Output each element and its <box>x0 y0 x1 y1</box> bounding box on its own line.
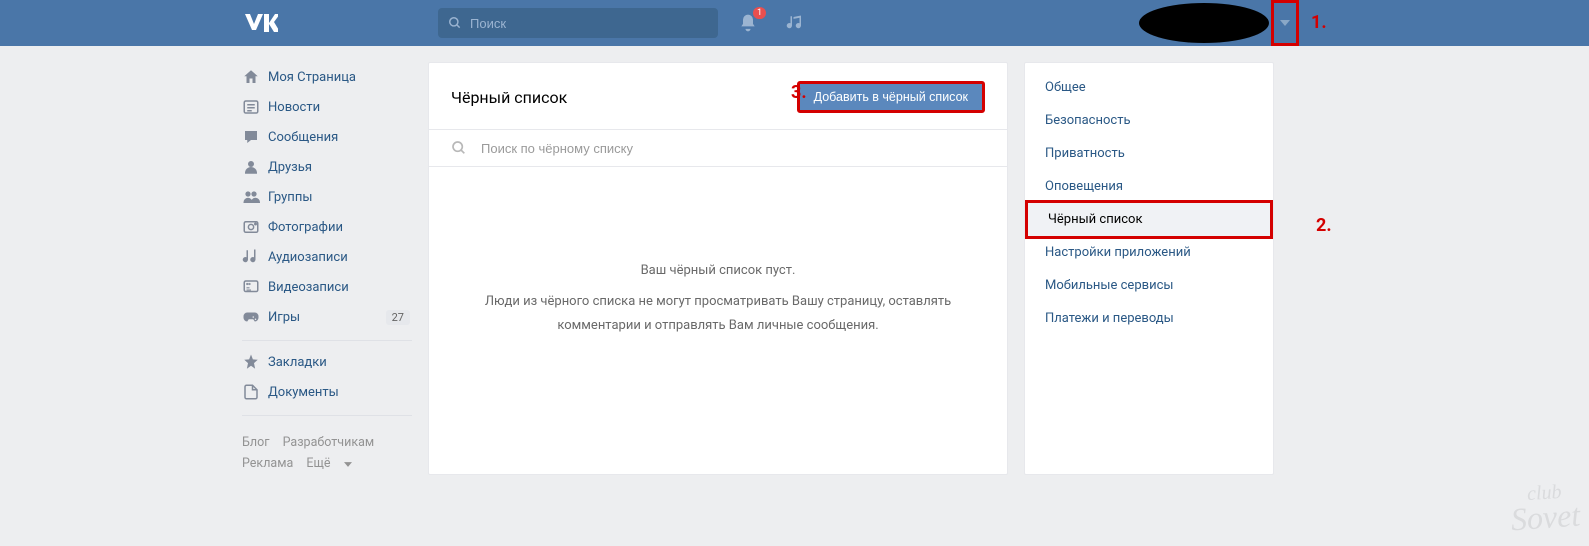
profile-avatar[interactable] <box>1139 3 1269 43</box>
settings-item[interactable]: Приватность <box>1025 137 1273 170</box>
nav-label: Документы <box>268 385 339 400</box>
nav-label: Видеозаписи <box>268 280 349 295</box>
search-icon <box>451 140 467 156</box>
nav-icon <box>242 98 268 116</box>
main-header: Чёрный список Добавить в чёрный список <box>429 63 1007 129</box>
header-search[interactable] <box>438 8 718 38</box>
nav-icon <box>242 353 268 371</box>
notification-badge: 1 <box>753 7 766 19</box>
footer-links: Блог Разработчикам Реклама Ещё <box>242 432 412 475</box>
vk-logo[interactable] <box>242 12 278 34</box>
settings-item[interactable]: Платежи и переводы <box>1025 302 1273 335</box>
nav-label: Закладки <box>268 355 327 370</box>
settings-menu: ОбщееБезопасностьПриватностьОповещенияЧё… <box>1024 62 1274 475</box>
nav-count: 27 <box>386 310 410 325</box>
profile-dropdown-button[interactable] <box>1271 0 1299 46</box>
header-icons: 1 <box>738 13 804 33</box>
main-panel: Чёрный список Добавить в чёрный список В… <box>428 62 1008 475</box>
nav-label: Сообщения <box>268 130 338 145</box>
settings-item[interactable]: Мобильные сервисы <box>1025 269 1273 302</box>
sidebar-item[interactable]: Аудиозаписи <box>242 242 412 272</box>
nav-icon <box>242 308 268 326</box>
settings-item[interactable]: Безопасность <box>1025 104 1273 137</box>
empty-description: Люди из чёрного списка не могут просматр… <box>469 290 967 337</box>
nav-icon <box>242 383 268 401</box>
sidebar-item[interactable]: Новости <box>242 92 412 122</box>
main-container: Моя Страница Новости Сообщения Друзья Группы… <box>0 46 1589 475</box>
sidebar-item[interactable]: Закладки <box>242 347 412 377</box>
annotation-2: 2. <box>1316 215 1332 236</box>
nav-separator <box>242 415 412 416</box>
nav-icon <box>242 188 268 206</box>
nav-icon <box>242 278 268 296</box>
blacklist-search-input[interactable] <box>481 141 985 156</box>
left-sidebar: Моя Страница Новости Сообщения Друзья Группы… <box>242 62 412 475</box>
nav-separator <box>242 340 412 341</box>
sidebar-item[interactable]: Друзья <box>242 152 412 182</box>
sidebar-item[interactable]: Моя Страница <box>242 62 412 92</box>
footer-more[interactable]: Ещё <box>306 456 351 471</box>
blacklist-search[interactable] <box>429 129 1007 167</box>
empty-title: Ваш чёрный список пуст. <box>469 259 967 282</box>
nav-icon <box>242 128 268 146</box>
nav-label: Моя Страница <box>268 70 356 85</box>
header-search-input[interactable] <box>470 16 708 31</box>
settings-item[interactable]: Оповещения <box>1025 170 1273 203</box>
nav-label: Фотографии <box>268 220 343 235</box>
settings-item[interactable]: Настройки приложений <box>1025 236 1273 269</box>
nav-icon <box>242 218 268 236</box>
footer-dev[interactable]: Разработчикам <box>283 435 375 450</box>
nav-label: Новости <box>268 100 320 115</box>
chevron-down-icon <box>344 462 352 467</box>
empty-state: Ваш чёрный список пуст. Люди из чёрного … <box>429 167 1007 447</box>
sidebar-item[interactable]: Фотографии <box>242 212 412 242</box>
profile-area <box>1139 0 1299 46</box>
nav-label: Игры <box>268 310 300 325</box>
footer-blog[interactable]: Блог <box>242 435 269 450</box>
nav-icon <box>242 248 268 266</box>
annotation-1: 1. <box>1311 12 1327 33</box>
nav-label: Группы <box>268 190 312 205</box>
add-to-blacklist-button[interactable]: Добавить в чёрный список <box>797 81 985 113</box>
nav-label: Друзья <box>268 160 312 175</box>
nav-label: Аудиозаписи <box>268 250 348 265</box>
nav-icon <box>242 158 268 176</box>
footer-ads[interactable]: Реклама <box>242 456 293 471</box>
nav-icon <box>242 68 268 86</box>
top-header: 1 <box>0 0 1589 46</box>
notifications-icon[interactable]: 1 <box>738 13 758 33</box>
music-icon[interactable] <box>786 14 804 32</box>
sidebar-item[interactable]: Документы <box>242 377 412 407</box>
settings-item[interactable]: Общее <box>1025 71 1273 104</box>
sidebar-item[interactable]: Сообщения <box>242 122 412 152</box>
page-title: Чёрный список <box>451 88 567 107</box>
chevron-down-icon <box>1280 20 1290 26</box>
annotation-3: 3. <box>791 82 807 103</box>
sidebar-item[interactable]: Видеозаписи <box>242 272 412 302</box>
search-icon <box>448 16 462 30</box>
sidebar-item[interactable]: Игры 27 <box>242 302 412 332</box>
watermark: club Sovet <box>1508 474 1581 539</box>
settings-item[interactable]: Чёрный список <box>1025 200 1273 239</box>
sidebar-item[interactable]: Группы <box>242 182 412 212</box>
